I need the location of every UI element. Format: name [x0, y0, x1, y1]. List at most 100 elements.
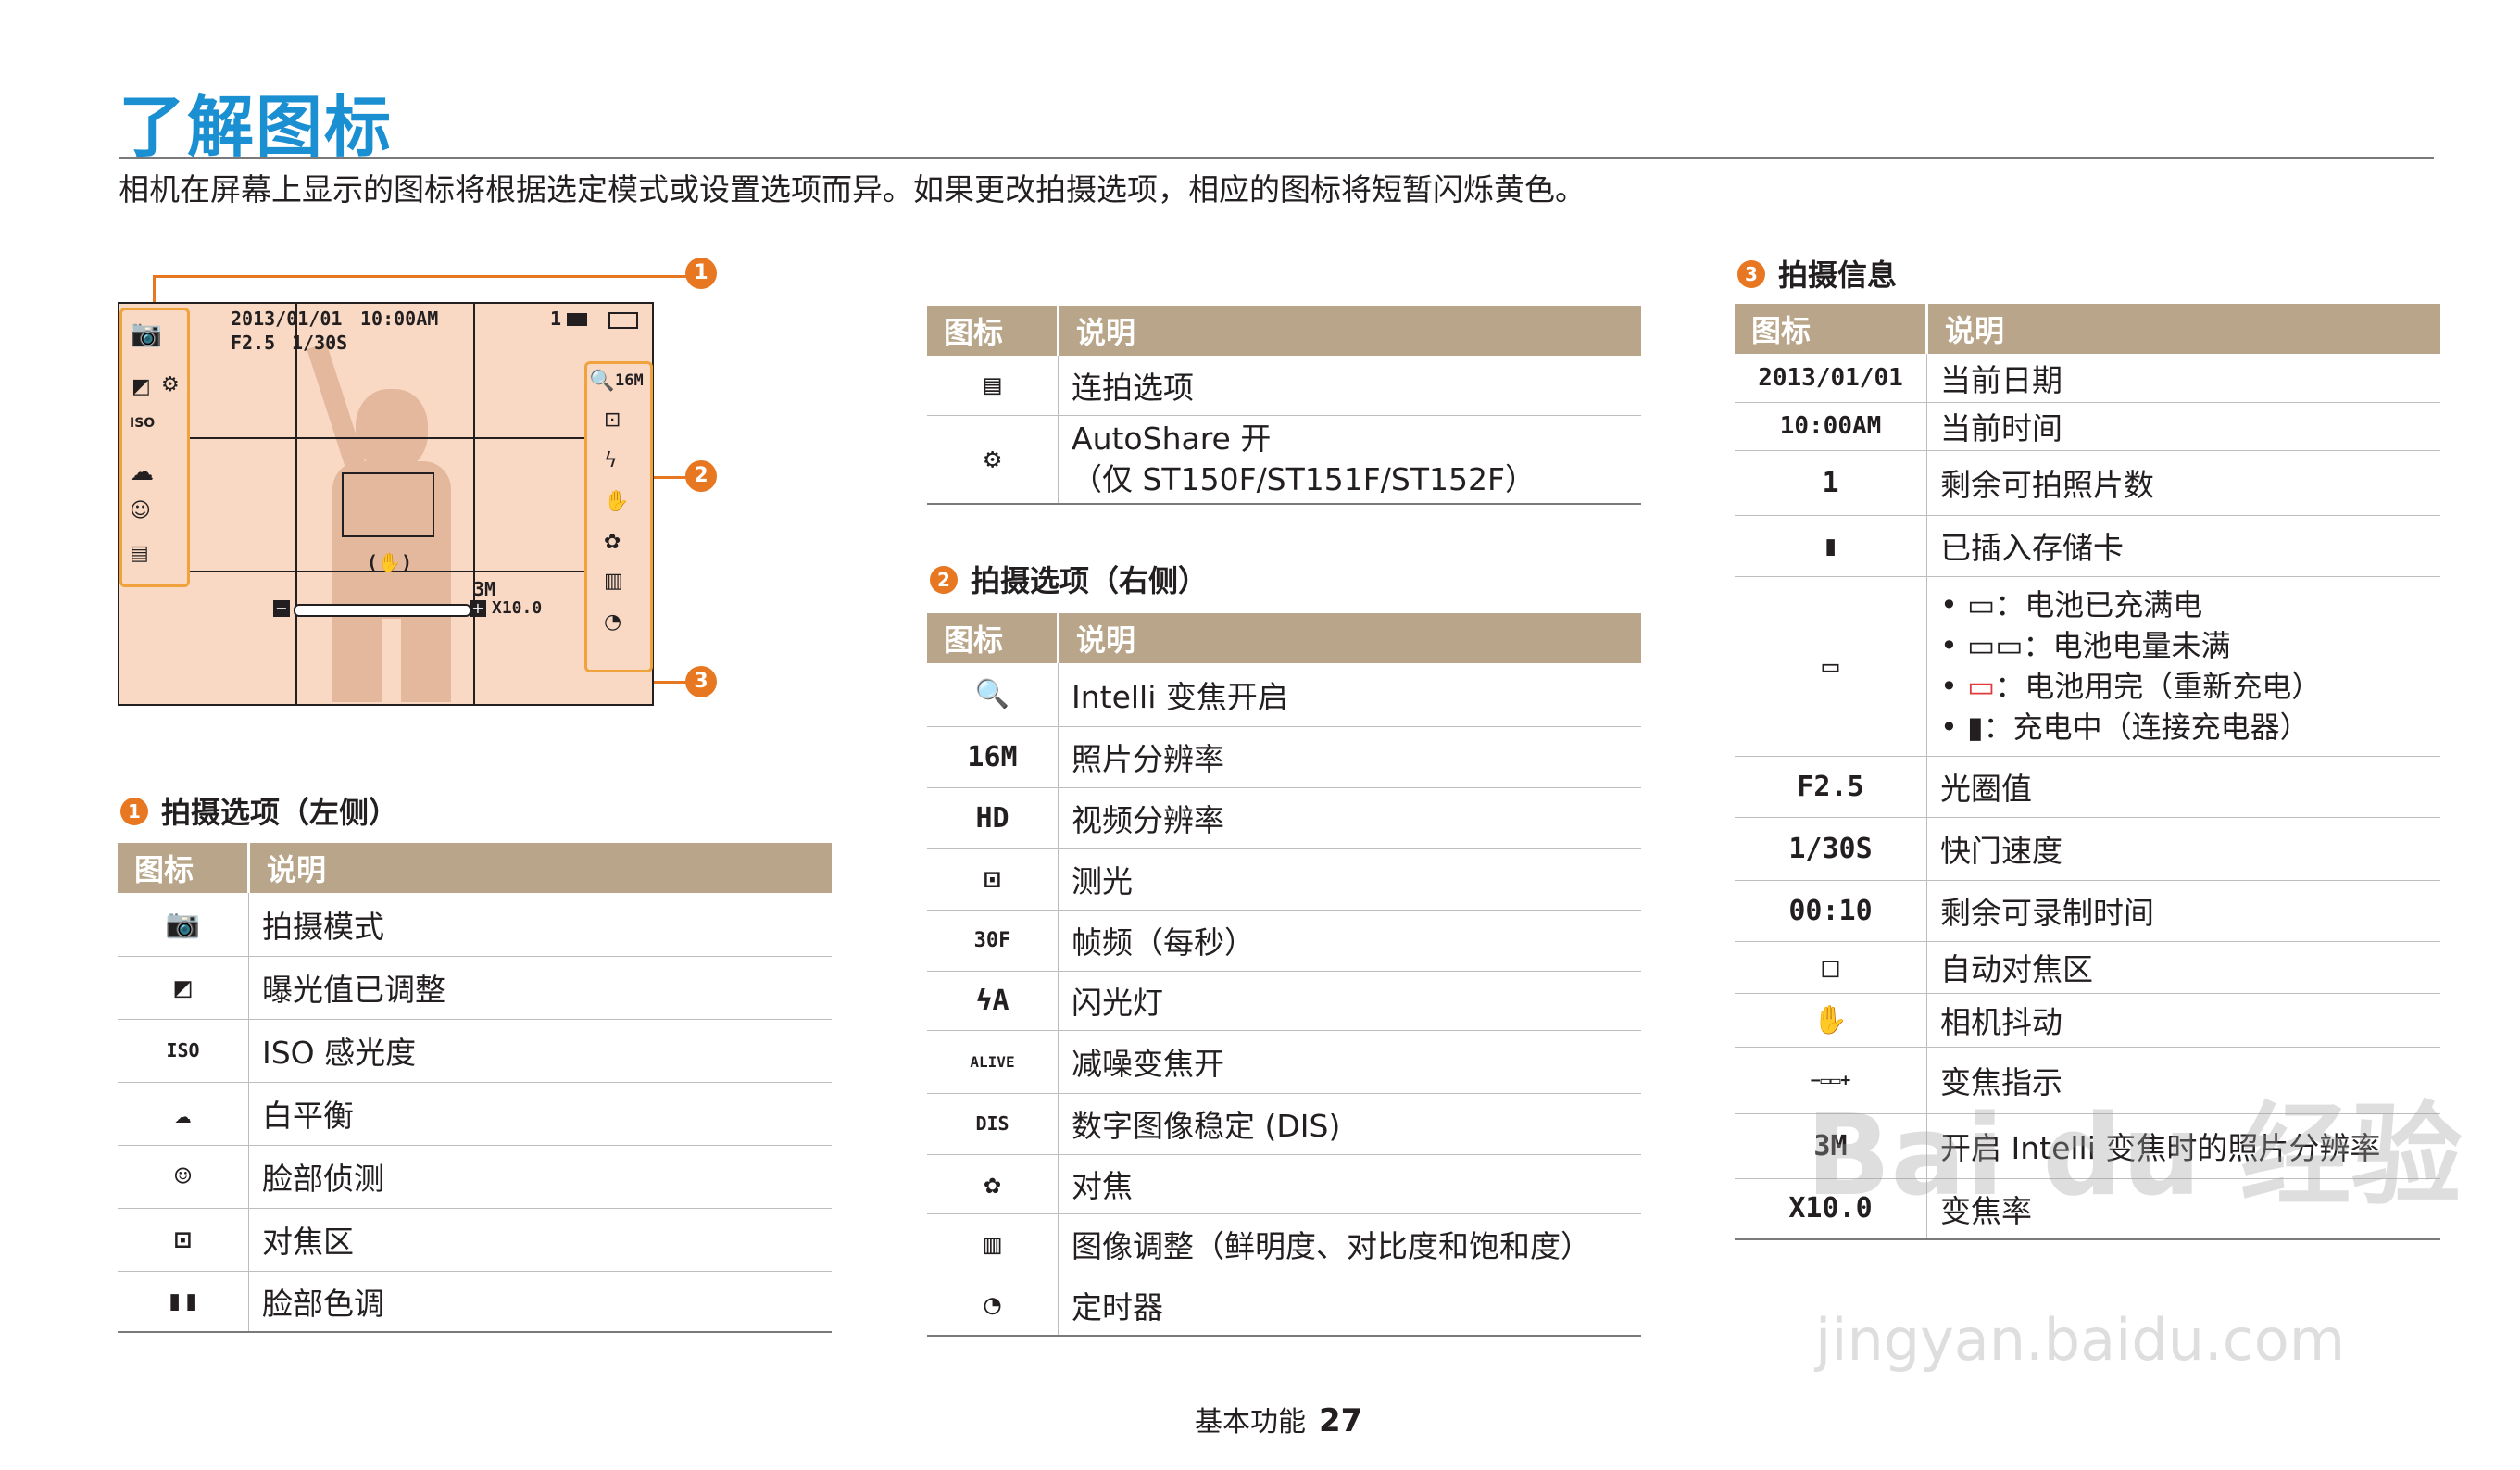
row-desc: 白平衡: [248, 1082, 832, 1146]
table-right-options: 图标 说明 🔍 Intelli 变焦开启 16M 照片分辨率 HD 视频分辨率 ⊡ 测光 …: [927, 613, 1641, 1337]
screen-intelli-res: 3M: [473, 578, 496, 600]
callout-3: 3: [685, 666, 717, 697]
table-row: F2.5 光圈值: [1735, 756, 2440, 818]
aperture-icon: F2.5: [1735, 756, 1927, 818]
table-row: ▤ 连拍选项: [927, 356, 1641, 416]
row-desc: 闪光灯: [1058, 971, 1641, 1031]
zoom-plus-icon: +: [470, 600, 486, 617]
iso-icon: ISO: [130, 416, 156, 431]
row-desc: 当前日期: [1926, 354, 2440, 403]
face-tone-icon: ▮▮: [118, 1271, 249, 1333]
battery-charging-icon: ▮: [1967, 710, 1984, 745]
shutter-icon: 1/30S: [1735, 817, 1927, 881]
screen-aperture: F2.5: [231, 332, 276, 354]
metering-icon: ⊡: [927, 848, 1059, 911]
table-row: 16M 照片分辨率: [927, 726, 1641, 788]
table-continuous: 图标 说明 ▤ 连拍选项 ⚙ AutoShare 开（仅 ST150F/ST151…: [927, 306, 1641, 505]
subject-head: [356, 389, 428, 471]
frame-rate-icon: 30F: [927, 910, 1059, 972]
grid-line: [119, 437, 652, 439]
record-time-icon: 00:10: [1735, 880, 1927, 942]
watermark-url: jingyan.baidu.com: [1815, 1306, 2346, 1374]
date-icon: 2013/01/01: [1735, 354, 1927, 403]
screen-resolution: 16M: [615, 371, 644, 390]
table-row: 📷 拍摄模式: [118, 893, 832, 957]
watermark: Bai du 经验: [1806, 1092, 2463, 1221]
row-desc: AutoShare 开（仅 ST150F/ST151F/ST152F）: [1058, 415, 1641, 505]
col-desc: 说明: [1058, 613, 1641, 663]
title-rule: [119, 157, 2434, 159]
screen-zoom: X10.0: [492, 598, 543, 618]
flash-icon: ϟ: [604, 449, 618, 472]
screen-shots: 1: [550, 308, 562, 330]
section1-heading: 1 拍摄选项（左侧）: [120, 789, 398, 832]
table-left-options: 图标 说明 📷 拍摄模式 ◩ 曝光值已调整 ISO ISO 感光度 ☁ 白平衡 ☺ 脸部侦测…: [118, 843, 832, 1333]
table-row: ✿ 对焦: [927, 1154, 1641, 1214]
table-row: ϟA 闪光灯: [927, 971, 1641, 1031]
screen-shutter: 1/30S: [292, 332, 348, 354]
camera-p-icon: 📷: [118, 893, 249, 957]
callout-line-1: [153, 275, 699, 278]
table-row: ☁ 白平衡: [118, 1082, 832, 1146]
battery-full-icon: ▭: [1967, 587, 1996, 622]
metering-icon: ⊡: [604, 408, 621, 432]
continuous-icon: ▤: [927, 356, 1059, 416]
row-desc: 对焦区: [248, 1208, 832, 1272]
col-icon: 图标: [927, 306, 1059, 356]
camera-screen: (✋) 2013/01/01 10:00AM F2.5 1/30S 1 📷 ◩ …: [118, 302, 654, 706]
memory-card-icon: [567, 313, 587, 326]
grid-line: [473, 304, 475, 704]
list-item: • ▭▭：电池电量未满: [1940, 628, 2231, 663]
row-desc: 曝光值已调整: [248, 956, 832, 1020]
camera-p-icon: 📷: [130, 318, 162, 348]
timer-icon: ◔: [604, 610, 622, 634]
table-row: ▮ 已插入存储卡: [1735, 515, 2440, 577]
row-desc: 脸部侦测: [248, 1145, 832, 1209]
hand-shake-icon: (✋): [367, 551, 412, 573]
row-desc: 视频分辨率: [1058, 787, 1641, 849]
battery-partial-icon: ▭▭: [1967, 628, 2024, 663]
ev-icon: ◩: [118, 956, 249, 1020]
row-desc: 快门速度: [1926, 817, 2440, 881]
page-number: 27: [1319, 1402, 1363, 1439]
table-row: ☺ 脸部侦测: [118, 1145, 832, 1209]
time-icon: 10:00AM: [1735, 402, 1927, 451]
resolution-icon: 16M: [927, 726, 1059, 788]
page-title: 了解图标: [119, 88, 394, 166]
hd-icon: HD: [927, 787, 1059, 849]
col-desc: 说明: [1926, 304, 2440, 354]
tulip-icon: ✿: [927, 1154, 1059, 1214]
tulip-icon: ✿: [604, 531, 621, 554]
autoshare-icon: ⚙: [927, 415, 1059, 505]
table-row: ALIVE 减噪变焦开: [927, 1030, 1641, 1094]
row-desc: 剩余可拍照片数: [1926, 450, 2440, 516]
section2-heading: 2 拍摄选项（右侧）: [930, 558, 1208, 600]
table-row: 2013/01/01 当前日期: [1735, 354, 2440, 403]
af-frame: [342, 472, 434, 537]
list-item: • ▭：电池已充满电: [1940, 587, 2203, 622]
screen-time: 10:00AM: [360, 308, 439, 330]
af-frame-icon: □: [1735, 941, 1927, 994]
callout-1: 1: [685, 258, 717, 289]
row-desc: 剩余可录制时间: [1926, 880, 2440, 942]
table-row: 1/30S 快门速度: [1735, 817, 2440, 881]
face-detect-icon: ☺: [130, 499, 151, 522]
row-desc: 定时器: [1058, 1275, 1641, 1337]
col-icon: 图标: [1735, 304, 1928, 354]
table-row: ▮▮ 脸部色调: [118, 1271, 832, 1333]
row-desc: 拍摄模式: [248, 893, 832, 957]
timer-icon: ◔: [927, 1275, 1059, 1337]
row-desc: 帧频（每秒）: [1058, 910, 1641, 972]
cloud-icon: ☁: [118, 1082, 249, 1146]
row-desc: 连拍选项: [1058, 356, 1641, 416]
table-row: ▭ • ▭：电池已充满电 • ▭▭：电池电量未满 • ▭：电池用完（重新充电） …: [1735, 576, 2440, 757]
image-adjust-icon: ▥: [927, 1213, 1059, 1275]
battery-status-list: • ▭：电池已充满电 • ▭▭：电池电量未满 • ▭：电池用完（重新充电） • …: [1926, 576, 2440, 757]
section3-heading: 3 拍摄信息: [1737, 252, 1897, 295]
row-desc: 对焦: [1058, 1154, 1641, 1214]
col-desc: 说明: [1058, 306, 1641, 356]
table-row: 30F 帧频（每秒）: [927, 910, 1641, 972]
right-options-panel: 🔍 16M ⊡ ϟ ✋ ✿ ▥ ◔: [584, 361, 653, 672]
image-adjust-icon: ▥: [604, 570, 623, 593]
row-desc: 数字图像稳定 (DIS): [1058, 1093, 1641, 1155]
